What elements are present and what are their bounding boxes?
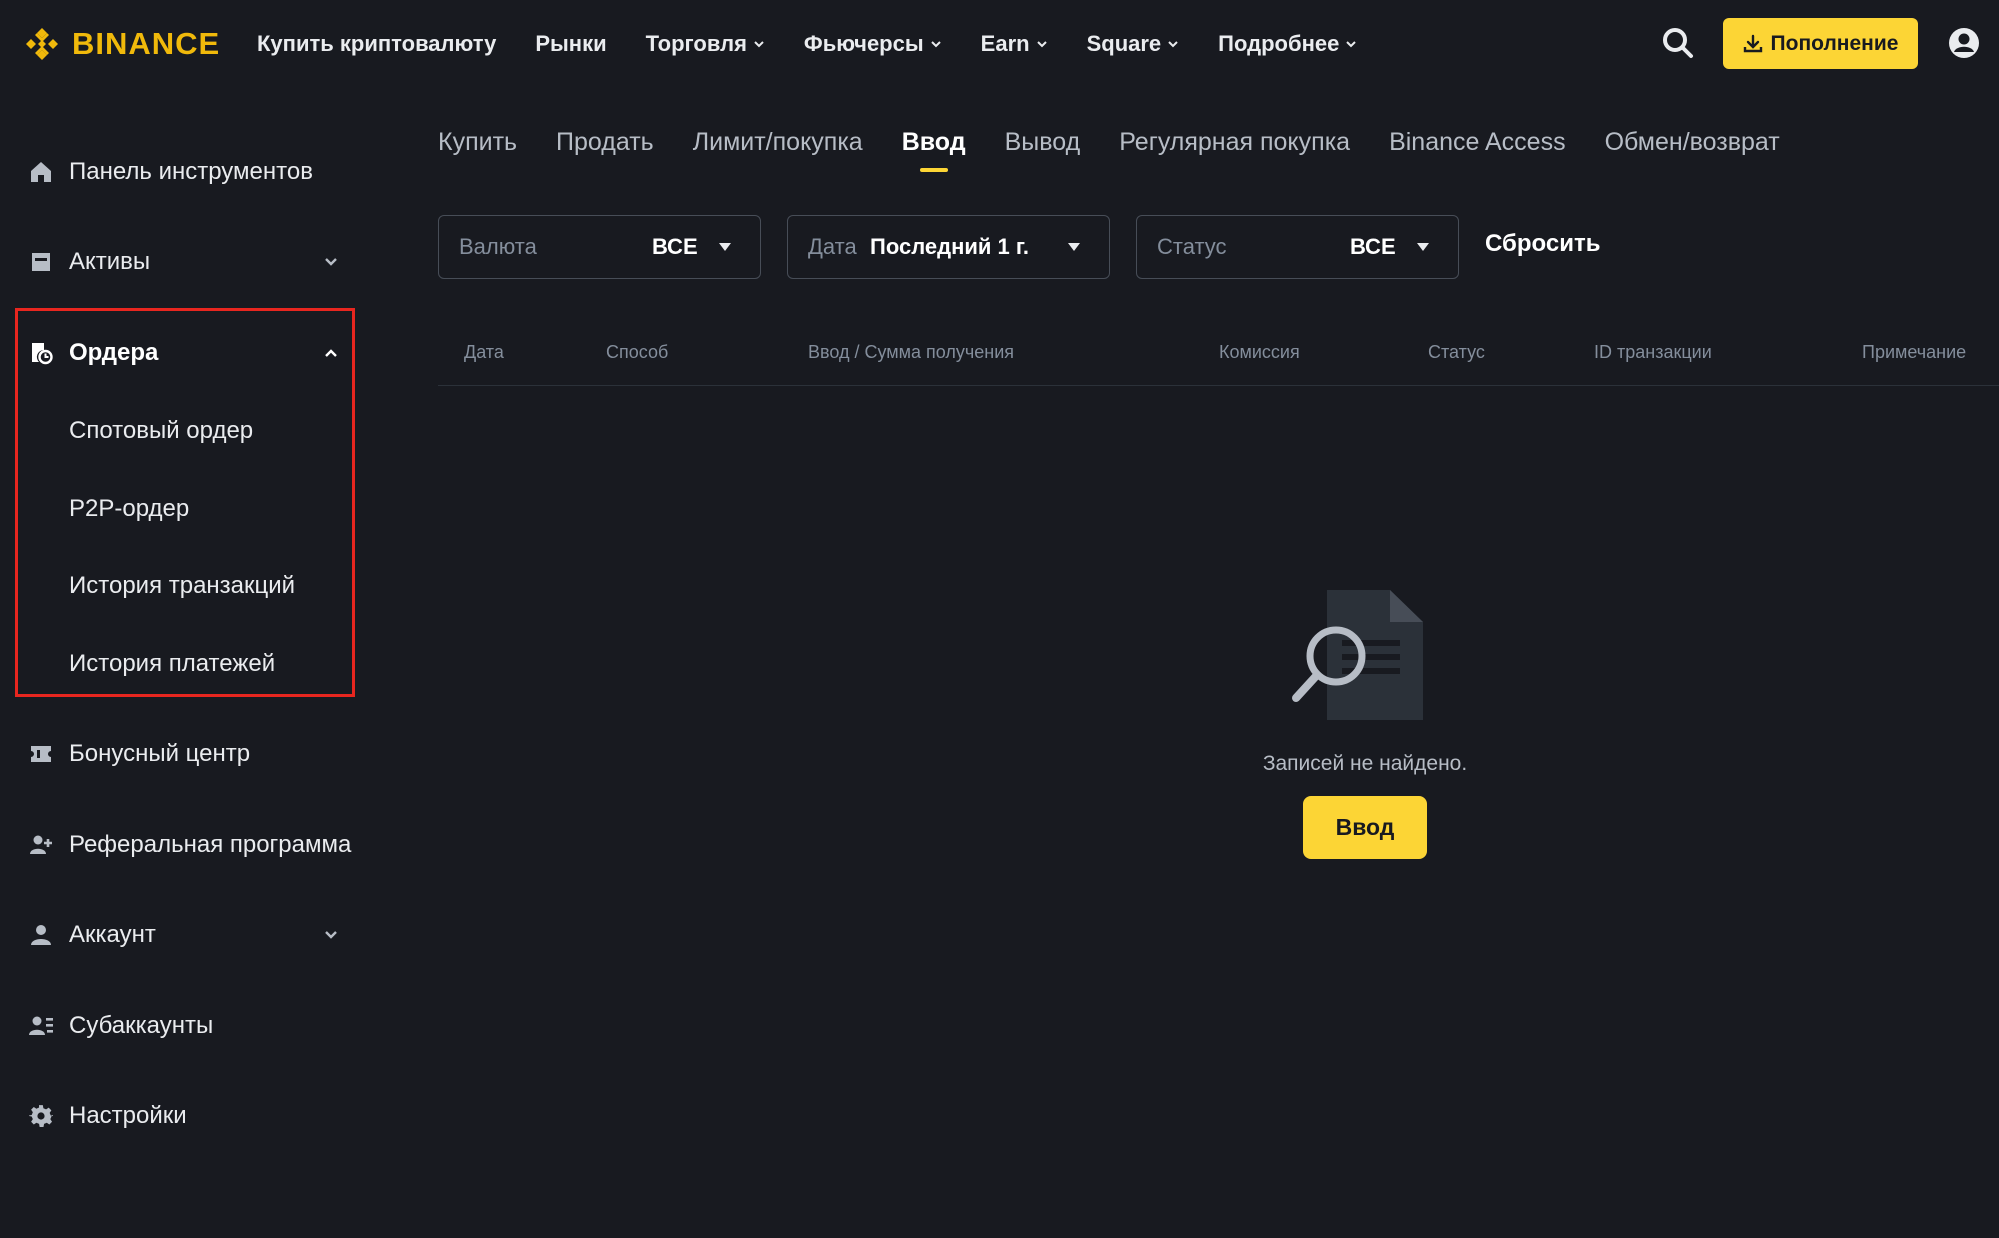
binance-logo-icon xyxy=(26,28,58,60)
column-header-note: Примечание xyxy=(1862,342,1967,362)
caret-down-icon xyxy=(1068,243,1080,251)
nav-markets[interactable]: Рынки xyxy=(535,31,606,57)
sidebar-item-referral[interactable]: Реферальная программа xyxy=(0,817,390,873)
nav-label: Торговля xyxy=(645,31,747,56)
home-icon xyxy=(28,159,54,185)
sidebar-item-label: Бонусный центр xyxy=(69,740,251,767)
nav-more[interactable]: Подробнее xyxy=(1218,31,1357,57)
order-tabs: Купить Продать Лимит/покупка Ввод Вывод … xyxy=(438,128,1819,176)
sidebar-item-bonus-center[interactable]: Бонусный центр xyxy=(0,726,390,782)
add-user-icon xyxy=(28,832,54,858)
gear-icon xyxy=(28,1103,54,1129)
sidebar-subitem-label: Спотовый ордер xyxy=(69,417,254,444)
column-header-fee: Комиссия xyxy=(1219,342,1300,362)
nav-futures[interactable]: Фьючерсы xyxy=(804,31,942,57)
sidebar-subitem-p2p-order[interactable]: P2P-ордер xyxy=(0,483,390,535)
date-filter[interactable]: Дата Последний 1 г. xyxy=(787,215,1110,279)
tab-sell[interactable]: Продать xyxy=(556,128,654,176)
sidebar-item-dashboard[interactable]: Панель инструментов xyxy=(0,144,390,200)
tab-binance-access[interactable]: Binance Access xyxy=(1389,128,1566,176)
nav-label: Рынки xyxy=(535,31,607,56)
currency-filter[interactable]: Валюта ВСЕ xyxy=(438,215,761,279)
chevron-down-icon xyxy=(1036,41,1047,48)
nav-label: Фьючерсы xyxy=(803,31,924,56)
chevron-down-icon xyxy=(1346,41,1357,48)
user-icon xyxy=(28,922,54,948)
column-header-date: Дата xyxy=(464,342,504,362)
nav-trade[interactable]: Торговля xyxy=(646,31,765,57)
nav-earn[interactable]: Earn xyxy=(981,31,1048,57)
chevron-down-icon xyxy=(325,931,337,939)
chevron-down-icon xyxy=(325,258,337,266)
date-filter-value: Последний 1 г. xyxy=(870,234,1029,259)
sidebar-subitem-label: История платежей xyxy=(69,650,276,677)
brand-name: BINANCE xyxy=(72,26,221,61)
no-records-icon xyxy=(1292,590,1423,720)
user-account-icon[interactable] xyxy=(1947,26,1981,60)
sidebar-item-label: Настройки xyxy=(69,1102,187,1129)
date-filter-label: Дата xyxy=(808,234,857,259)
search-icon[interactable] xyxy=(1661,26,1695,60)
binance-logo[interactable]: BINANCE xyxy=(22,22,220,66)
tab-exchange-refund[interactable]: Обмен/возврат xyxy=(1605,128,1780,176)
column-header-method: Способ xyxy=(606,342,669,362)
sidebar-subitem-label: P2P-ордер xyxy=(69,495,190,522)
column-header-status: Статус xyxy=(1428,342,1485,362)
sidebar-subitem-transaction-history[interactable]: История транзакций xyxy=(0,560,390,612)
sidebar-subitem-spot-order[interactable]: Спотовый ордер xyxy=(0,405,390,457)
sidebar-item-account[interactable]: Аккаунт xyxy=(0,907,390,963)
status-filter-value: ВСЕ xyxy=(1350,234,1396,259)
currency-filter-value: ВСЕ xyxy=(652,234,698,259)
ticket-icon xyxy=(28,741,54,767)
sidebar-subitem-payment-history[interactable]: История платежей xyxy=(0,638,390,690)
sidebar-item-orders[interactable]: Ордера xyxy=(0,325,390,381)
sidebar-item-label: Реферальная программа xyxy=(69,831,352,858)
deposit-button[interactable]: Пополнение xyxy=(1723,18,1918,69)
tab-withdraw[interactable]: Вывод xyxy=(1005,128,1081,176)
status-filter-label: Статус xyxy=(1157,234,1227,259)
nav-label: Earn xyxy=(980,31,1030,56)
column-header-txid: ID транзакции xyxy=(1594,342,1712,362)
orders-icon xyxy=(28,340,54,366)
chevron-down-icon xyxy=(930,41,941,48)
nav-buy-crypto[interactable]: Купить криптовалюту xyxy=(257,31,496,57)
column-header-amount: Ввод / Сумма получения xyxy=(808,342,1015,362)
sidebar-item-label: Аккаунт xyxy=(69,921,156,948)
main-nav: Купить криптовалюту Рынки Торговля Фьюче… xyxy=(257,26,1396,62)
sidebar-item-assets[interactable]: Активы xyxy=(0,234,390,290)
nav-square[interactable]: Square xyxy=(1087,31,1180,57)
sidebar-subitem-label: История транзакций xyxy=(69,572,296,599)
wallet-icon xyxy=(28,249,54,275)
chevron-down-icon xyxy=(1168,41,1178,48)
sidebar-item-label: Ордера xyxy=(69,339,159,366)
tab-buy[interactable]: Купить xyxy=(438,128,517,176)
top-navigation: BINANCE Купить криптовалюту Рынки Торгов… xyxy=(0,0,1999,88)
empty-state-message: Записей не найдено. xyxy=(1262,752,1468,775)
sidebar-item-sub-accounts[interactable]: Субаккаунты xyxy=(0,998,390,1054)
caret-down-icon xyxy=(719,243,731,251)
caret-down-icon xyxy=(1417,243,1429,251)
chevron-down-icon xyxy=(754,41,764,48)
deposit-label: Пополнение xyxy=(1770,31,1899,55)
sidebar-item-label: Панель инструментов xyxy=(69,158,313,185)
reset-filters-button[interactable]: Сбросить xyxy=(1485,230,1600,258)
empty-state-deposit-button[interactable]: Ввод xyxy=(1303,796,1427,859)
sub-accounts-icon xyxy=(28,1013,54,1039)
status-filter[interactable]: Статус ВСЕ xyxy=(1136,215,1459,279)
nav-label: Купить криптовалюту xyxy=(257,31,497,56)
download-icon xyxy=(1743,34,1762,52)
sidebar-item-label: Активы xyxy=(69,248,151,275)
tab-recurring-buy[interactable]: Регулярная покупка xyxy=(1119,128,1350,176)
tab-deposit[interactable]: Ввод xyxy=(902,128,966,176)
chevron-up-icon xyxy=(325,349,337,357)
sidebar-item-settings[interactable]: Настройки xyxy=(0,1088,390,1144)
nav-label: Подробнее xyxy=(1218,31,1340,56)
currency-filter-label: Валюта xyxy=(459,234,537,259)
sidebar-item-label: Субаккаунты xyxy=(69,1012,214,1039)
nav-label: Square xyxy=(1086,31,1162,56)
table-header: Дата Способ Ввод / Сумма получения Комис… xyxy=(438,320,1999,386)
tab-limit-buy[interactable]: Лимит/покупка xyxy=(693,128,863,176)
